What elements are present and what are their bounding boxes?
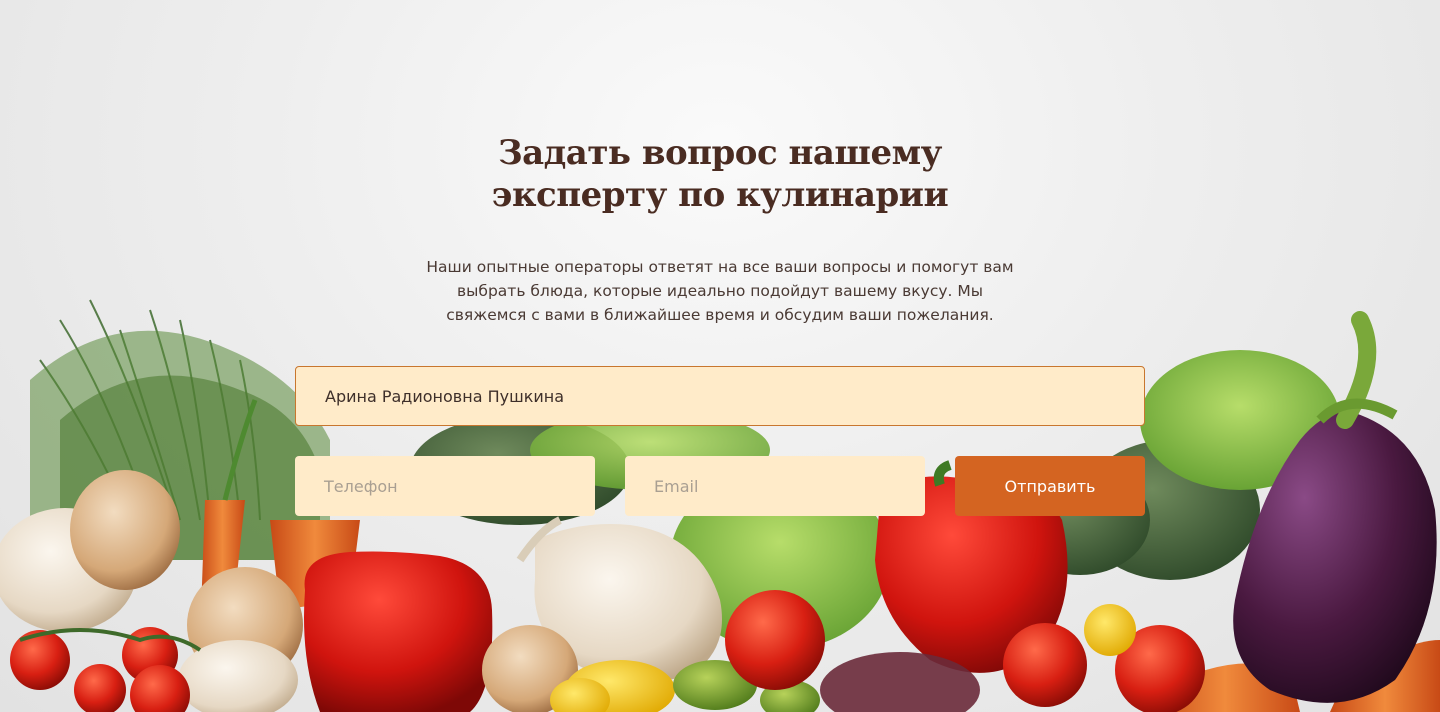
description-line-2: выбрать блюда, которые идеально подойдут… xyxy=(457,282,983,300)
submit-button-label: Отправить xyxy=(1004,476,1096,496)
section-title: Задать вопрос нашему эксперту по кулинар… xyxy=(370,132,1070,216)
submit-button[interactable]: Отправить xyxy=(955,456,1145,516)
description-line-1: Наши опытные операторы ответят на все ва… xyxy=(426,258,1014,276)
section-description: Наши опытные операторы ответят на все ва… xyxy=(400,255,1040,327)
phone-input-placeholder: Телефон xyxy=(324,476,398,496)
email-input-placeholder: Email xyxy=(654,476,699,496)
name-input-value: Арина Радионовна Пушкина xyxy=(325,386,565,406)
title-line-1: Задать вопрос нашему xyxy=(498,133,942,173)
name-input[interactable]: Арина Радионовна Пушкина xyxy=(295,366,1145,426)
title-line-2: эксперту по кулинарии xyxy=(491,175,949,215)
phone-input[interactable]: Телефон xyxy=(295,456,595,516)
email-input[interactable]: Email xyxy=(625,456,925,516)
description-line-3: свяжемся с вами в ближайшее время и обсу… xyxy=(446,306,994,324)
contact-section: Задать вопрос нашему эксперту по кулинар… xyxy=(0,0,1440,712)
